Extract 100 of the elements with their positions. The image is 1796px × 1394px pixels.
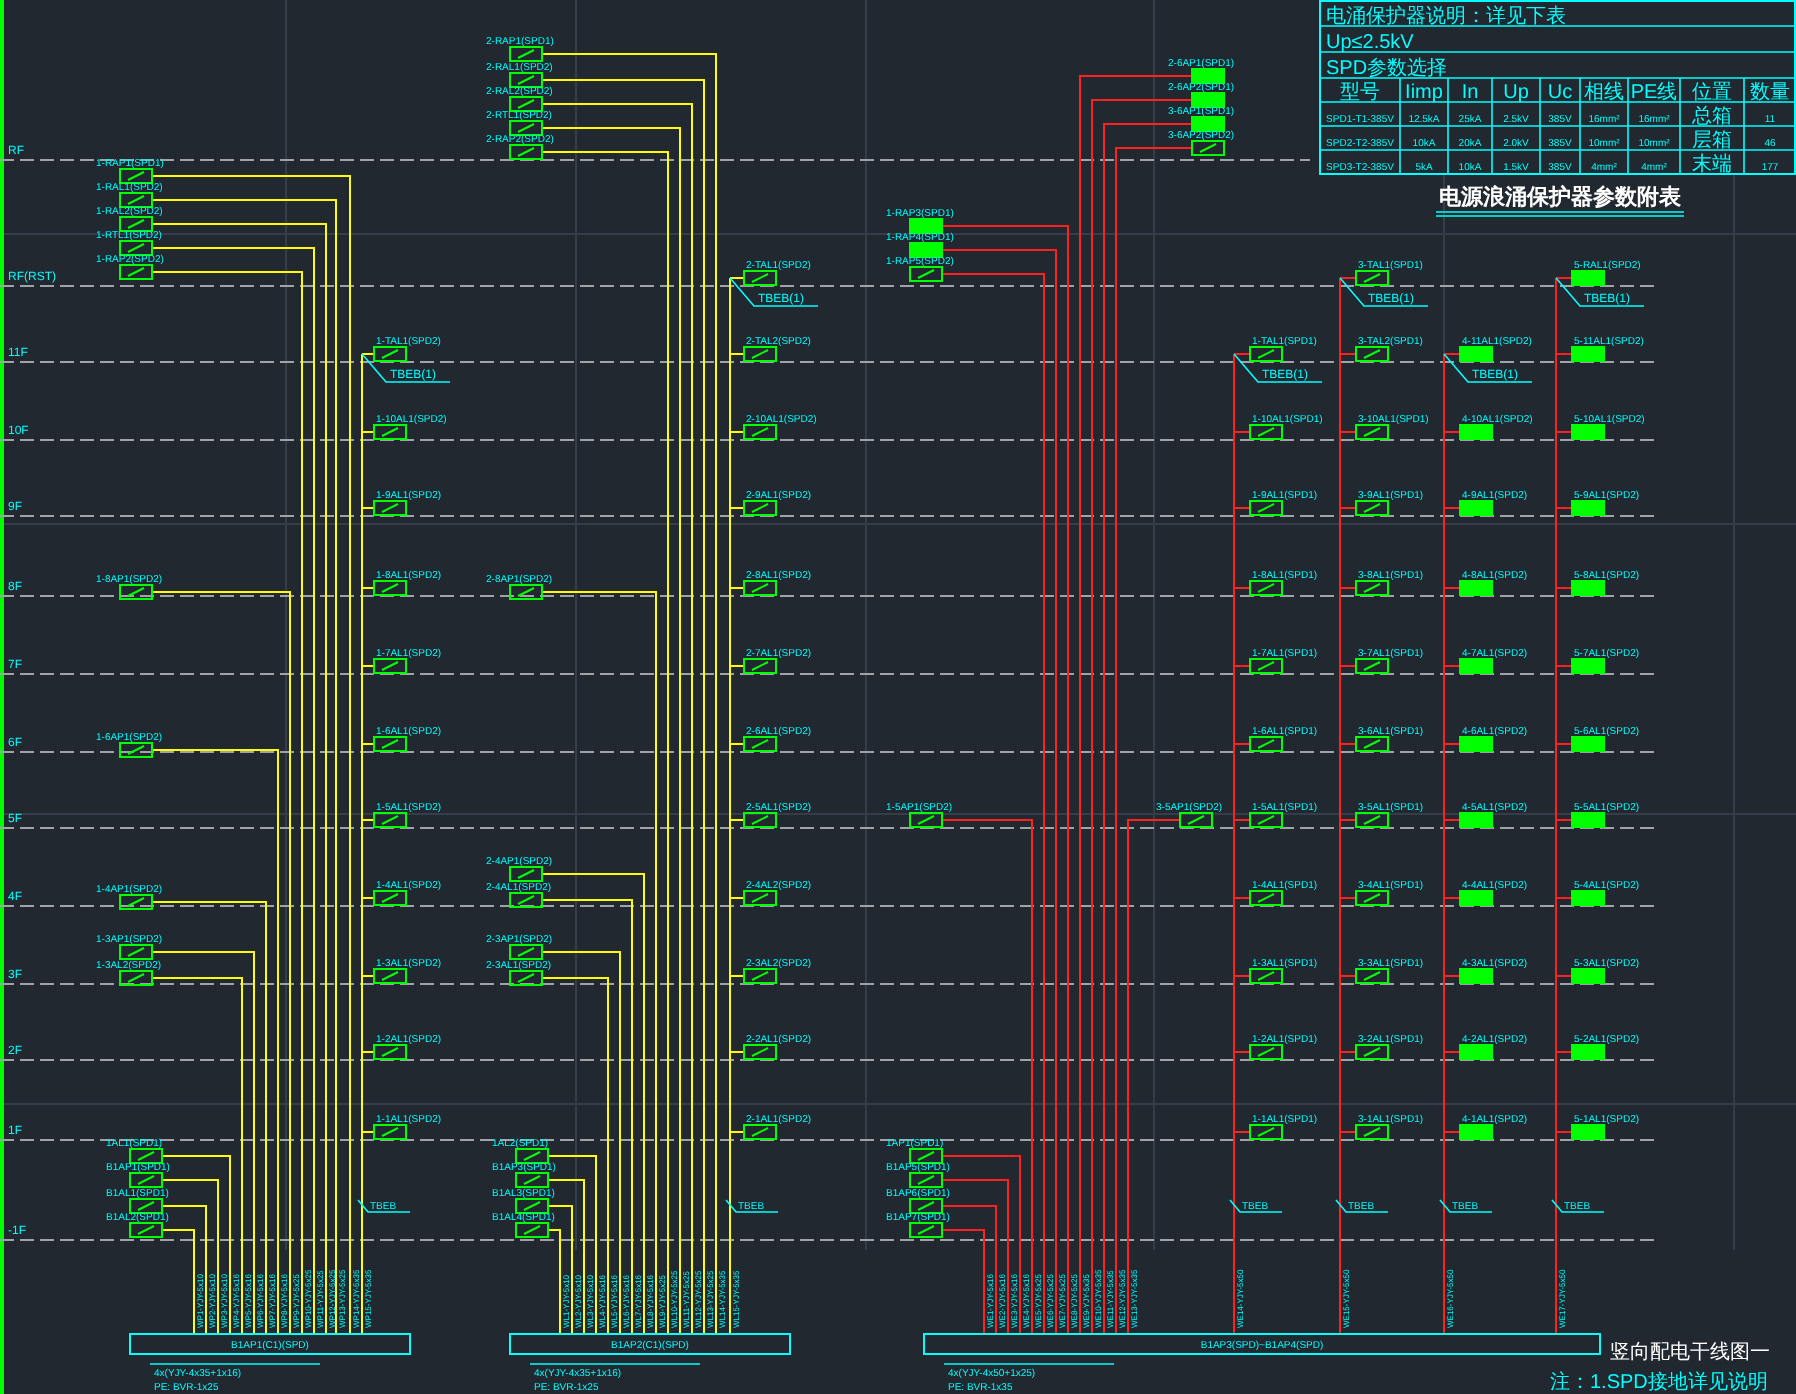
breaker-symbol [743, 270, 777, 286]
leader-line [1439, 1199, 1493, 1213]
breaker-symbol [1571, 270, 1605, 286]
table-cell: 总箱 [1692, 106, 1732, 128]
table-header: Uc [1547, 82, 1573, 104]
breaker-symbol [909, 812, 943, 828]
leader-line [729, 277, 819, 307]
breaker-symbol [1355, 968, 1389, 984]
breaker-symbol [373, 1044, 407, 1060]
breaker-symbol [515, 1222, 549, 1238]
breaker-symbol [119, 168, 153, 184]
breaker-symbol [509, 944, 543, 960]
breaker-symbol [743, 424, 777, 440]
leader-line [1335, 1199, 1389, 1213]
breaker-symbol [129, 1198, 163, 1214]
breaker-symbol [509, 892, 543, 908]
drawing-title: 竖向配电干线图一 [1610, 1342, 1770, 1364]
breaker-symbol [515, 1198, 549, 1214]
breaker-symbol [509, 96, 543, 112]
breaker-symbol [373, 658, 407, 674]
breaker-symbol [909, 1198, 943, 1214]
breaker-symbol [1571, 424, 1605, 440]
breaker-symbol [1571, 580, 1605, 596]
breaker-symbol [743, 1044, 777, 1060]
breaker-symbol [1571, 1124, 1605, 1140]
breaker-symbol [1571, 812, 1605, 828]
table-text: 电涌保护器说明：详见下表 [1326, 6, 1566, 28]
table-text: Up≤2.5kV [1326, 32, 1414, 54]
breaker-symbol [1355, 500, 1389, 516]
breaker-symbol [1459, 736, 1493, 752]
breaker-symbol [1355, 346, 1389, 362]
table-header: Iimp [1405, 82, 1443, 104]
breaker-symbol [1355, 890, 1389, 906]
breaker-symbol [509, 46, 543, 62]
table-cell: 末端 [1692, 154, 1732, 176]
breaker-symbol [1459, 346, 1493, 362]
breaker-symbol [1249, 1124, 1283, 1140]
breaker-symbol [373, 580, 407, 596]
breaker-symbol [743, 968, 777, 984]
breaker-symbol [743, 346, 777, 362]
leader-line [1551, 1199, 1605, 1213]
breaker-symbol [509, 866, 543, 882]
breaker-symbol [129, 1148, 163, 1164]
breaker-symbol [373, 968, 407, 984]
breaker-symbol [1571, 1044, 1605, 1060]
breaker-symbol [909, 1148, 943, 1164]
breaker-symbol [743, 890, 777, 906]
breaker-symbol [119, 742, 153, 758]
breaker-symbol [1249, 890, 1283, 906]
table-header: 型号 [1340, 82, 1380, 104]
leader-line [1229, 1199, 1283, 1213]
breaker-symbol [909, 266, 943, 282]
table-header: Up [1503, 82, 1529, 104]
breaker-symbol [1355, 1044, 1389, 1060]
breaker-symbol [1355, 812, 1389, 828]
breaker-symbol [373, 424, 407, 440]
breaker-symbol [1355, 1124, 1389, 1140]
breaker-symbol [1459, 500, 1493, 516]
breaker-symbol [1571, 346, 1605, 362]
breaker-symbol [515, 1172, 549, 1188]
breaker-symbol [1355, 424, 1389, 440]
breaker-symbol [1249, 580, 1283, 596]
breaker-symbol [129, 1172, 163, 1188]
breaker-symbol [743, 580, 777, 596]
leader-line [357, 1199, 411, 1213]
breaker-symbol [1179, 812, 1213, 828]
breaker-symbol [509, 584, 543, 600]
breaker-symbol [1571, 968, 1605, 984]
breaker-symbol [1459, 1044, 1493, 1060]
breaker-symbol [1459, 812, 1493, 828]
table-header: PE线 [1630, 82, 1678, 104]
breaker-symbol [1459, 1124, 1493, 1140]
breaker-symbol [373, 346, 407, 362]
breaker-symbol [909, 1172, 943, 1188]
breaker-symbol [743, 500, 777, 516]
breaker-symbol [1249, 424, 1283, 440]
breaker-symbol [119, 216, 153, 232]
breaker-symbol [743, 658, 777, 674]
breaker-symbol [909, 242, 943, 258]
breaker-symbol [373, 812, 407, 828]
breaker-symbol [119, 192, 153, 208]
table-cell: 层箱 [1692, 130, 1732, 152]
breaker-symbol [1191, 68, 1225, 84]
breaker-symbol [1249, 500, 1283, 516]
breaker-symbol [1571, 658, 1605, 674]
breaker-symbol [1249, 346, 1283, 362]
leader-line [1233, 353, 1323, 383]
breaker-symbol [1571, 890, 1605, 906]
leader-line [725, 1199, 779, 1213]
breaker-symbol [1459, 968, 1493, 984]
breaker-symbol [373, 736, 407, 752]
breaker-symbol [373, 1124, 407, 1140]
breaker-symbol [119, 584, 153, 600]
table-header: In [1461, 82, 1479, 104]
table-header: 数量 [1750, 82, 1790, 104]
breaker-symbol [119, 970, 153, 986]
breaker-symbol [1571, 736, 1605, 752]
breaker-symbol [119, 264, 153, 280]
breaker-symbol [1459, 580, 1493, 596]
breaker-symbol [1355, 658, 1389, 674]
